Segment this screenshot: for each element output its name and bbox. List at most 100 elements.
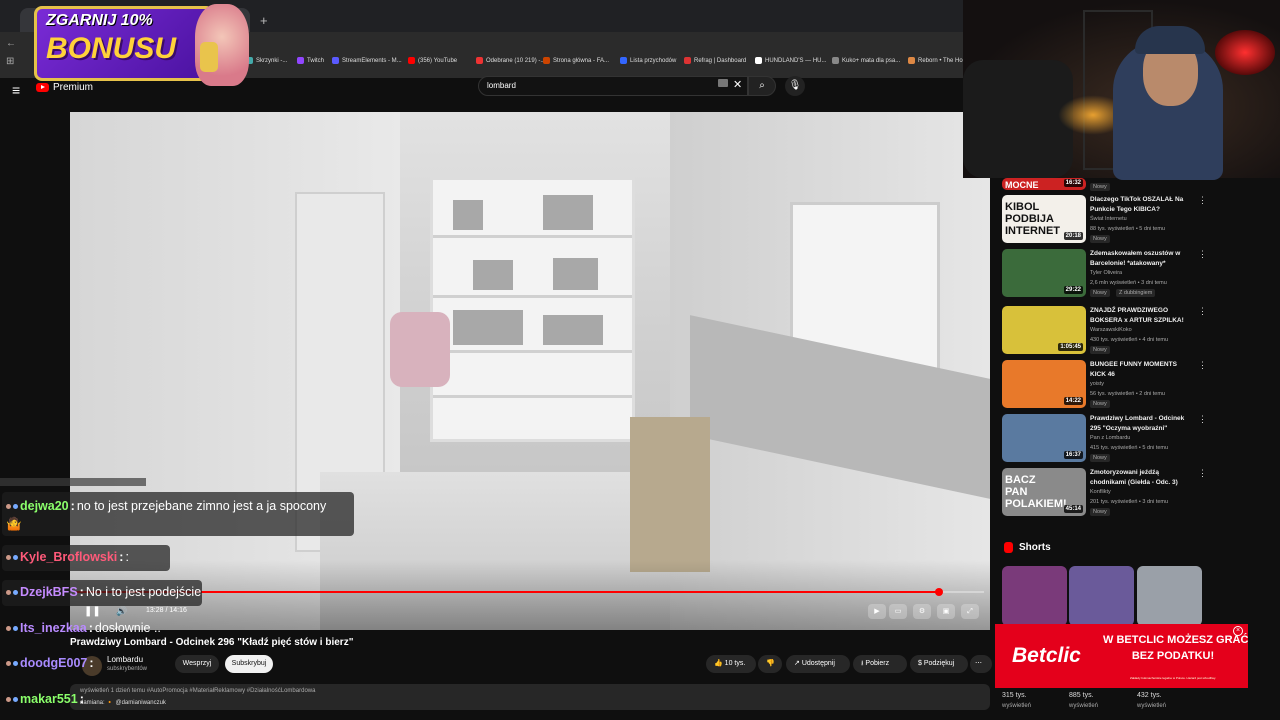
- youtube-logo[interactable]: Premium: [36, 82, 93, 93]
- video-title[interactable]: Dlaczego TikTok OSZALAŁ Na Punkcie Tego …: [1090, 195, 1190, 214]
- video-thumbnail[interactable]: BACZ PAN POLAKIEM! 45:14: [1002, 468, 1086, 516]
- video-title[interactable]: Prawdziwy Lombard - Odcinek 295 "Oczyma …: [1090, 414, 1190, 433]
- clear-search-icon[interactable]: ✕: [733, 78, 742, 91]
- new-badge: Nowy: [1090, 454, 1110, 462]
- recommended-video[interactable]: 29:22 Zdemaskowałem oszustów w Barcelonie…: [1002, 249, 1207, 299]
- more-options-icon[interactable]: ⋮: [1198, 468, 1207, 479]
- video-thumbnail[interactable]: KIBOL PODBIJA INTERNET 20:18: [1002, 195, 1086, 243]
- video-thumbnail[interactable]: 29:22: [1002, 249, 1086, 297]
- autoplay-icon[interactable]: ▶: [868, 604, 886, 619]
- short-thumbnail[interactable]: [1137, 566, 1202, 626]
- betclic-disclaimer: Zakłady bukmacherskie legalne w Polsce. …: [1130, 676, 1216, 680]
- more-options-icon[interactable]: ⋮: [1198, 360, 1207, 371]
- video-title[interactable]: BUNGEE FUNNY MOMENTS KICK 46: [1090, 360, 1190, 379]
- description-line: damiana: 🔸 @damianiwanczuk: [80, 700, 166, 706]
- bookmark-label: Twitch: [307, 57, 325, 64]
- search-box[interactable]: [478, 76, 748, 96]
- thanks-button[interactable]: $ Podziękuj: [910, 655, 968, 673]
- progress-handle[interactable]: [934, 588, 943, 596]
- chat-badge-icon: [6, 660, 11, 666]
- video-title[interactable]: Zmotoryzowani jeźdźą chodnikami (Giełda …: [1090, 468, 1190, 487]
- bookmark-item[interactable]: Kuko+ mata dla psa...: [832, 57, 900, 64]
- betclic-close-icon[interactable]: ×: [1233, 626, 1243, 636]
- video-title[interactable]: ZNAJDŹ PRAWDZIWEGO BOKSERA x ARTUR SZPIL…: [1090, 306, 1190, 325]
- recommended-video[interactable]: KIBOL PODBIJA INTERNET 20:18 Dlaczego TikT…: [1002, 195, 1207, 245]
- dubbing-badge: Z dubbingiem: [1116, 289, 1156, 297]
- fullscreen-icon[interactable]: ⤢: [961, 604, 979, 619]
- pause-icon[interactable]: ❚❚: [84, 606, 101, 617]
- bookmark-item[interactable]: Twitch: [297, 57, 324, 64]
- more-options-icon[interactable]: ⋮: [1198, 249, 1207, 260]
- like-button[interactable]: 👍 10 tys.: [706, 655, 756, 673]
- channel-name[interactable]: WarszawskiKoko: [1090, 327, 1132, 333]
- video-thumbnail[interactable]: 16:37: [1002, 414, 1086, 462]
- chat-divider: [0, 478, 146, 486]
- chat-badge-icon: [6, 589, 11, 595]
- video-thumbnail[interactable]: MOCNE 16:32: [1002, 178, 1086, 190]
- short-thumbnail[interactable]: [1069, 566, 1134, 626]
- bookmark-item[interactable]: Refrag | Dashboard: [684, 57, 746, 64]
- short-thumbnail[interactable]: [1002, 566, 1067, 626]
- channel-name[interactable]: Świat Internetu: [1090, 216, 1127, 222]
- video-pink-backpack: [390, 312, 450, 387]
- apps-icon[interactable]: ⊞: [6, 56, 14, 67]
- theater-icon[interactable]: ▣: [937, 604, 955, 619]
- video-stats: 430 tys. wyświetleń • 4 dni temu: [1090, 337, 1169, 343]
- recommended-video[interactable]: 1:05:45 ZNAJDŹ PRAWDZIWEGO BOKSERA x ARTU…: [1002, 306, 1207, 356]
- keyboard-icon[interactable]: [718, 79, 728, 87]
- video-duration: 14:22: [1063, 397, 1083, 405]
- new-tab-button[interactable]: +: [260, 13, 268, 28]
- more-options-icon[interactable]: ⋮: [1198, 195, 1207, 206]
- bookmark-item[interactable]: Skrzynki -...: [246, 57, 287, 64]
- voice-search-icon[interactable]: 🎙: [785, 76, 805, 96]
- volume-icon[interactable]: 🔊: [116, 606, 127, 617]
- channel-name[interactable]: Tyler Oliveira: [1090, 270, 1122, 276]
- bookmark-favicon-icon: [684, 57, 691, 64]
- betclic-logo: Betclic: [1012, 644, 1081, 667]
- search-button[interactable]: ⌕: [748, 76, 776, 96]
- more-options-icon[interactable]: ⋮: [1198, 414, 1207, 425]
- video-player[interactable]: [70, 112, 990, 630]
- download-button[interactable]: ⭳ Pobierz: [853, 655, 907, 673]
- promo-money-bag-image: [200, 42, 218, 72]
- channel-name[interactable]: Pan z Lombardu: [1090, 435, 1130, 441]
- description-tags[interactable]: #AutoPromocja #MateriałReklamowy #Działa…: [147, 688, 316, 694]
- shorts-icon: [1004, 542, 1013, 553]
- subscribe-button[interactable]: Subskrybuj: [225, 655, 273, 673]
- webcam-chair: [963, 60, 1073, 178]
- progress-fill: [76, 591, 939, 593]
- bookmark-item[interactable]: HUNDLAND'S — HU...: [755, 57, 827, 64]
- settings-icon[interactable]: ⚙: [913, 604, 931, 619]
- chat-text: no to jest przejebane zimno jest a ja sp…: [76, 499, 327, 513]
- bookmark-item[interactable]: Lista przychodów: [620, 57, 676, 64]
- progress-bar[interactable]: [76, 588, 984, 596]
- chat-username: Its_inezkaa: [20, 621, 87, 635]
- video-thumbnail[interactable]: 14:22: [1002, 360, 1086, 408]
- channel-name[interactable]: Lombardu: [107, 655, 143, 664]
- shorts-title: Shorts: [1019, 542, 1051, 553]
- recommended-video[interactable]: BACZ PAN POLAKIEM! 45:14 Zmotoryzowani jeź…: [1002, 468, 1207, 518]
- support-button[interactable]: Wesprzyj: [175, 655, 219, 673]
- video-thumbnail[interactable]: 1:05:45: [1002, 306, 1086, 354]
- video-title[interactable]: Zdemaskowałem oszustów w Barcelonie! *at…: [1090, 249, 1190, 268]
- back-icon[interactable]: ←: [6, 38, 16, 49]
- chat-badge-icon: [13, 589, 18, 595]
- more-options-icon[interactable]: ⋮: [1198, 306, 1207, 317]
- bookmark-item[interactable]: (356) YouTube: [408, 57, 457, 64]
- share-button[interactable]: ↗ Udostępnij: [786, 655, 850, 673]
- chat-text: No i to jest podejście: [85, 585, 202, 599]
- bookmark-item[interactable]: Strona główna - FA...: [543, 57, 609, 64]
- betclic-headline-2: BEZ PODATKU!: [1131, 650, 1215, 662]
- bookmark-item[interactable]: Reborn • The Ho: [908, 57, 963, 64]
- search-input[interactable]: [487, 81, 707, 90]
- menu-icon[interactable]: ≡: [12, 82, 20, 98]
- more-actions-button[interactable]: ⋯: [970, 655, 992, 673]
- recommended-video[interactable]: 16:37 Prawdziwy Lombard - Odcinek 295 "Oc…: [1002, 414, 1207, 464]
- channel-name[interactable]: Konflikty: [1090, 489, 1111, 495]
- dislike-button[interactable]: 👎: [758, 655, 782, 673]
- bookmark-item[interactable]: Odebrane (10 219) -...: [476, 57, 545, 64]
- recommended-video[interactable]: 14:22 BUNGEE FUNNY MOMENTS KICK 46 yoisty 5…: [1002, 360, 1207, 410]
- channel-name[interactable]: yoisty: [1090, 381, 1104, 387]
- bookmark-item[interactable]: StreamElements - M...: [332, 57, 402, 64]
- subtitles-icon[interactable]: ▭: [889, 604, 907, 619]
